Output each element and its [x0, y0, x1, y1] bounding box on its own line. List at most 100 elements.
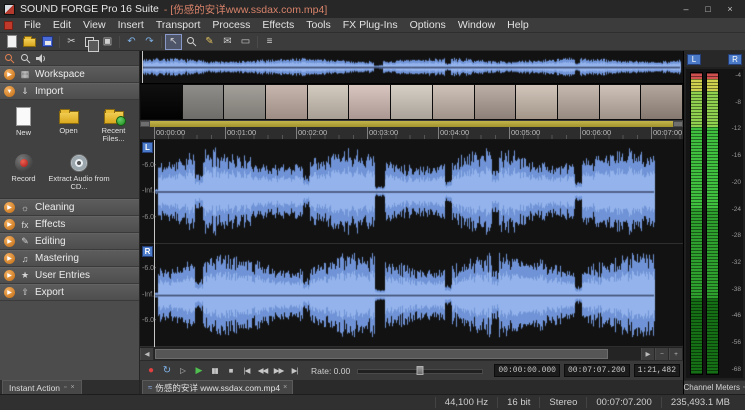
save-button[interactable]	[39, 34, 56, 50]
copy-button[interactable]	[81, 34, 98, 50]
selection-length-display[interactable]: 1:21,482	[634, 364, 680, 377]
video-thumbnail[interactable]	[641, 85, 682, 119]
stop-button[interactable]: ■	[223, 363, 238, 379]
forward-button[interactable]: ▶▶	[271, 363, 286, 379]
meter-right-badge[interactable]: R	[728, 54, 742, 65]
menu-fx-plugins[interactable]: FX Plug-Ins	[337, 18, 404, 33]
overview-waveform[interactable]	[140, 51, 683, 84]
video-thumbnail[interactable]	[516, 85, 557, 119]
import-open-button[interactable]: Open	[47, 103, 90, 148]
rewind-button[interactable]: ◀◀	[255, 363, 270, 379]
open-button[interactable]	[21, 34, 38, 50]
menu-options[interactable]: Options	[404, 18, 452, 33]
video-thumbnail[interactable]	[349, 85, 390, 119]
document-tab[interactable]: ≈ 伤感的安详 www.ssdax.com.mp4 ×	[142, 380, 293, 394]
sidebar-section-user-entries[interactable]: ▶ ★ User Entries	[0, 267, 139, 284]
record-button[interactable]: ●	[143, 363, 158, 379]
maximize-button[interactable]: □	[697, 0, 719, 18]
sidebar-section-workspace[interactable]: ▶ ▦ Workspace	[0, 66, 139, 83]
menu-edit[interactable]: Edit	[47, 18, 77, 33]
go-to-start-button[interactable]: |◀	[239, 363, 254, 379]
sidebar-section-import[interactable]: ▼ ⇓ Import	[0, 83, 139, 100]
edit-tool-button[interactable]: ↖	[165, 34, 182, 50]
rate-slider-thumb[interactable]	[417, 366, 424, 375]
video-thumbnail[interactable]	[183, 85, 224, 119]
sidebar-section-effects[interactable]: ▶ fx Effects	[0, 216, 139, 233]
zoom-out-button[interactable]: −	[655, 348, 669, 360]
meter-left-badge[interactable]: L	[687, 54, 701, 65]
zoom-in-tool-button[interactable]	[2, 52, 16, 65]
play-button[interactable]: ▶	[191, 363, 206, 379]
instant-action-tab[interactable]: Instant Action ▫ ×	[2, 380, 82, 394]
sidebar-section-mastering[interactable]: ▶ ♫ Mastering	[0, 250, 139, 267]
tab-close-icon[interactable]: ×	[283, 384, 287, 391]
loop-region-bar[interactable]	[140, 120, 683, 127]
right-channel[interactable]: R -6.0- -Inf. -6.0-	[140, 244, 683, 348]
import-new-button[interactable]: New	[2, 103, 45, 148]
new-file-button[interactable]	[3, 34, 20, 50]
menu-help[interactable]: Help	[501, 18, 535, 33]
sidebar-section-export[interactable]: ▶ ⇧ Export	[0, 284, 139, 301]
right-channel-badge[interactable]: R	[142, 246, 153, 257]
magnify-tool-button[interactable]	[183, 34, 200, 50]
channel-meters-tab[interactable]: Channel Meters ▫	[684, 380, 745, 394]
playback-cursor[interactable]	[154, 140, 155, 347]
right-channel-canvas[interactable]	[140, 244, 683, 347]
loop-playback-button[interactable]: ↻	[159, 363, 174, 379]
left-channel[interactable]: L -6.0- -Inf. -6.0-	[140, 140, 683, 244]
end-time-display[interactable]: 00:07:07.200	[564, 364, 630, 377]
overview-waveform-canvas[interactable]	[140, 51, 683, 83]
snap-button[interactable]: ≡	[261, 34, 278, 50]
zoom-out-tool-button[interactable]	[18, 52, 32, 65]
import-recent-files-button[interactable]: Recent Files...	[92, 103, 135, 148]
scrollbar-track[interactable]	[154, 348, 641, 360]
zoom-in-button[interactable]: +	[669, 348, 683, 360]
video-thumbnail[interactable]	[475, 85, 516, 119]
left-channel-badge[interactable]: L	[142, 142, 153, 153]
video-thumbnail[interactable]	[433, 85, 474, 119]
menu-tools[interactable]: Tools	[300, 18, 337, 33]
menu-view[interactable]: View	[77, 18, 112, 33]
minimize-button[interactable]: –	[675, 0, 697, 18]
cursor-time-display[interactable]: 00:00:00.000	[494, 364, 560, 377]
waveform-display[interactable]: L -6.0- -Inf. -6.0- R -6.0- -Inf. -6.0-	[140, 140, 683, 347]
title-bar[interactable]: SOUND FORGE Pro 16 Suite - [伤感的安详www.ssd…	[0, 0, 745, 18]
pencil-tool-button[interactable]: ✎	[201, 34, 218, 50]
close-button[interactable]: ×	[719, 0, 741, 18]
cut-button[interactable]: ✂	[63, 34, 80, 50]
play-all-button[interactable]: ▷	[175, 363, 190, 379]
video-thumbnail[interactable]	[558, 85, 599, 119]
import-record-button[interactable]: Record	[2, 150, 45, 195]
preview-button[interactable]	[34, 52, 48, 65]
video-thumbnail[interactable]	[600, 85, 641, 119]
undo-button[interactable]: ↶	[123, 34, 140, 50]
menu-effects[interactable]: Effects	[256, 18, 300, 33]
import-extract-cd-button[interactable]: Extract Audio from CD...	[47, 150, 111, 195]
rate-slider[interactable]	[357, 366, 483, 375]
go-to-end-button[interactable]: ▶|	[287, 363, 302, 379]
video-thumbnail[interactable]	[224, 85, 265, 119]
event-tool-button[interactable]: ▭	[237, 34, 254, 50]
menu-transport[interactable]: Transport	[150, 18, 207, 33]
redo-button[interactable]: ↷	[141, 34, 158, 50]
menu-process[interactable]: Process	[206, 18, 256, 33]
envelope-tool-button[interactable]: ✉	[219, 34, 236, 50]
scroll-right-button[interactable]: ▶	[641, 348, 655, 360]
menu-file[interactable]: File	[18, 18, 47, 33]
close-panel-icon[interactable]: ×	[71, 384, 75, 391]
overview-cursor[interactable]	[142, 51, 143, 83]
float-panel-icon[interactable]: ▫	[64, 384, 66, 391]
time-ruler[interactable]: 00:00:0000:01:0000:02:0000:03:0000:04:00…	[140, 127, 683, 140]
scrollbar-thumb[interactable]	[155, 349, 608, 359]
video-thumbnail[interactable]	[308, 85, 349, 119]
sidebar-section-cleaning[interactable]: ▶ ☼ Cleaning	[0, 199, 139, 216]
scroll-left-button[interactable]: ◀	[140, 348, 154, 360]
menu-window[interactable]: Window	[452, 18, 501, 33]
left-channel-canvas[interactable]	[140, 140, 683, 243]
video-thumbnail[interactable]	[141, 85, 182, 119]
menu-insert[interactable]: Insert	[112, 18, 150, 33]
paste-button[interactable]: ▣	[99, 34, 116, 50]
sidebar-section-editing[interactable]: ▶ ✎ Editing	[0, 233, 139, 250]
video-thumbnail[interactable]	[391, 85, 432, 119]
video-thumbnail[interactable]	[266, 85, 307, 119]
